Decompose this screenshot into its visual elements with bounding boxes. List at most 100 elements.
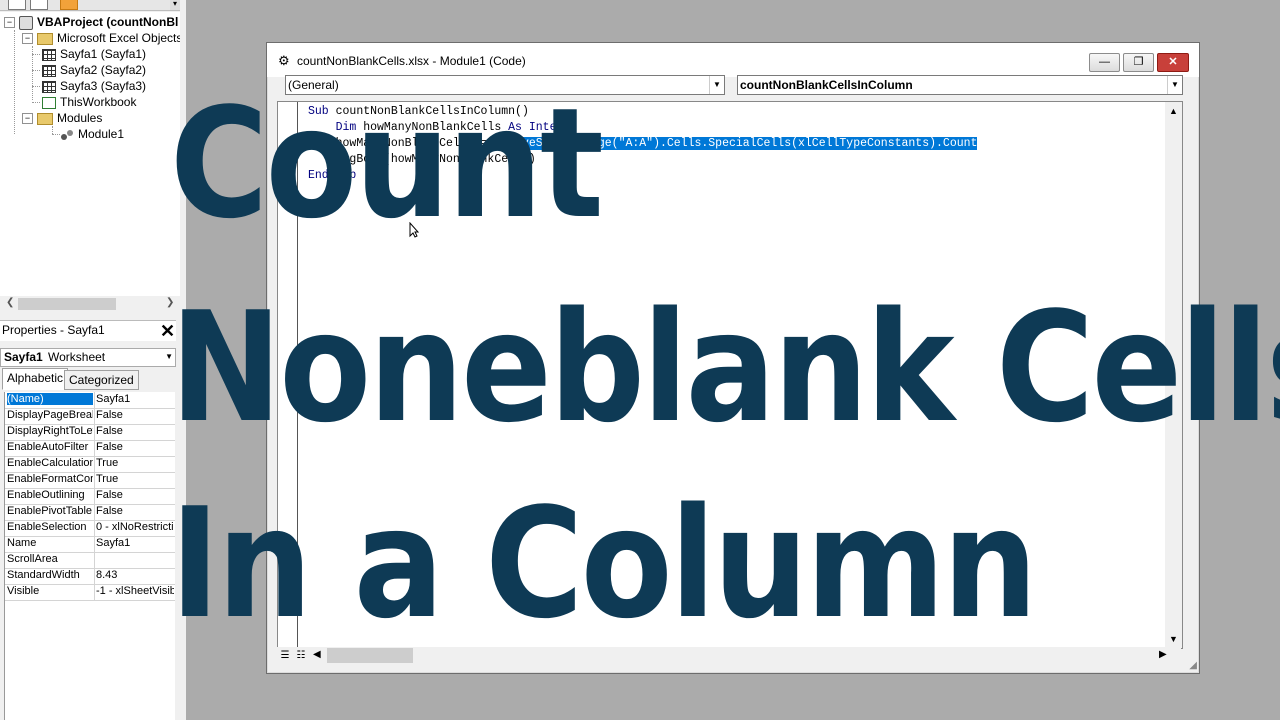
properties-grid[interactable]: (Name) Sayfa1 DisplayPageBreak False Display… <box>4 392 175 720</box>
collapse-toggle-icon[interactable]: − <box>4 17 15 29</box>
tree-node-label: Microsoft Excel Objects <box>57 31 180 45</box>
tree-node-module1[interactable]: Module1 <box>60 126 124 142</box>
tree-node-modules[interactable]: − Modules <box>22 110 102 126</box>
view-code-button[interactable] <box>8 0 26 10</box>
property-row[interactable]: (Name) Sayfa1 <box>5 392 175 409</box>
property-value[interactable]: False <box>96 409 174 421</box>
property-value[interactable]: -1 - xlSheetVisib <box>96 585 174 597</box>
scroll-thumb[interactable] <box>18 298 116 310</box>
minimize-button[interactable]: — <box>1089 53 1120 72</box>
overlay-title-line-3: In a Column <box>170 475 1038 652</box>
tree-node-excel-objects[interactable]: − Microsoft Excel Objects <box>22 30 180 46</box>
folder-icon <box>37 32 53 45</box>
property-value[interactable]: 8.43 <box>96 569 174 581</box>
property-value[interactable]: False <box>96 505 174 517</box>
property-name: DisplayRightToLef <box>7 425 93 437</box>
properties-title-bar: Properties - Sayfa1 ✕ <box>0 320 176 341</box>
properties-title: Properties - Sayfa1 <box>2 323 105 337</box>
property-name: ScrollArea <box>7 553 58 565</box>
properties-object-select[interactable]: Sayfa1 Worksheet ▼ <box>0 348 176 367</box>
workbook-icon <box>42 96 56 109</box>
object-name: Sayfa1 <box>4 350 43 364</box>
property-value[interactable]: Sayfa1 <box>96 393 174 405</box>
property-row[interactable]: DisplayRightToLef False <box>5 424 175 441</box>
property-row[interactable]: EnableSelection 0 - xlNoRestrictio <box>5 520 175 537</box>
tree-node-label: Sayfa3 (Sayfa3) <box>60 79 147 93</box>
tree-node-workbook[interactable]: ThisWorkbook <box>42 94 136 110</box>
toolbar-scroll-arrow-icon[interactable]: ▾ <box>170 0 180 10</box>
project-horizontal-scrollbar[interactable]: ❮ ❯ <box>0 296 180 312</box>
tree-node-sheet1[interactable]: Sayfa1 (Sayfa1) <box>42 46 146 62</box>
left-panel: ▾ − VBAProject (countNonBl − Microsoft Exc… <box>0 0 186 720</box>
property-name: StandardWidth <box>7 569 80 581</box>
project-toolbar: ▾ <box>0 0 180 11</box>
procedure-combo[interactable]: countNonBlankCellsInColumn ▼ <box>737 75 1183 95</box>
property-value[interactable]: True <box>96 473 174 485</box>
chevron-down-icon[interactable]: ▼ <box>1167 76 1182 94</box>
property-name: Visible <box>7 585 40 597</box>
property-value[interactable]: False <box>96 489 174 501</box>
property-name: DisplayPageBreak <box>7 409 93 421</box>
property-row[interactable]: EnableOutlining False <box>5 488 175 505</box>
scroll-right-icon[interactable]: ▶ <box>1159 649 1167 660</box>
tab-alphabetic[interactable]: Alphabetic <box>2 368 69 390</box>
vba-project-icon <box>19 15 33 30</box>
module-icon <box>60 129 74 141</box>
property-row[interactable]: EnableFormatCon True <box>5 472 175 489</box>
property-value[interactable]: 0 - xlNoRestrictio <box>96 521 174 533</box>
overlay-title-line-1: Count <box>170 75 604 252</box>
toggle-folders-button[interactable] <box>60 0 78 10</box>
properties-tabs: Alphabetic Categorized <box>0 368 176 390</box>
tree-node-label: Sayfa1 (Sayfa1) <box>60 47 147 61</box>
tree-node-label: Module1 <box>78 127 125 141</box>
property-name: EnablePivotTable <box>7 505 93 517</box>
vba-module-icon: ⚙ <box>278 53 290 68</box>
property-row[interactable]: ScrollArea <box>5 552 175 569</box>
property-value[interactable]: Sayfa1 <box>96 537 174 549</box>
code-window-title: countNonBlankCells.xlsx - Module1 (Code) <box>297 54 526 68</box>
procedure-combo-value: countNonBlankCellsInColumn <box>740 78 913 92</box>
close-button[interactable]: ✕ <box>1157 53 1189 72</box>
property-name: EnableAutoFilter <box>7 441 89 453</box>
tree-node-sheet3[interactable]: Sayfa3 (Sayfa3) <box>42 78 146 94</box>
tree-node-label: Sayfa2 (Sayfa2) <box>60 63 147 77</box>
tree-node-sheet2[interactable]: Sayfa2 (Sayfa2) <box>42 62 146 78</box>
tree-node-label: Modules <box>57 111 103 125</box>
property-name: EnableOutlining <box>7 489 85 501</box>
view-object-button[interactable] <box>30 0 48 10</box>
property-value[interactable]: False <box>96 425 174 437</box>
property-row[interactable]: EnableCalculation True <box>5 456 175 473</box>
worksheet-icon <box>42 48 56 61</box>
restore-button[interactable]: ❐ <box>1123 53 1154 72</box>
overlay-title-line-2: Noneblank Cells <box>170 279 1280 456</box>
scroll-up-icon[interactable]: ▲ <box>1169 106 1178 116</box>
scroll-left-icon[interactable]: ❮ <box>6 297 14 308</box>
property-row[interactable]: Name Sayfa1 <box>5 536 175 553</box>
chevron-down-icon[interactable]: ▼ <box>709 76 724 94</box>
tree-node-label: ThisWorkbook <box>60 95 137 109</box>
property-row[interactable]: Visible -1 - xlSheetVisib <box>5 584 175 601</box>
scroll-down-icon[interactable]: ▼ <box>1169 634 1178 644</box>
tree-node-project[interactable]: − VBAProject (countNonBl <box>4 14 178 30</box>
property-name: EnableFormatCon <box>7 473 93 485</box>
property-value[interactable]: False <box>96 441 174 453</box>
tab-categorized[interactable]: Categorized <box>64 370 139 390</box>
property-name: Name <box>7 537 37 549</box>
collapse-toggle-icon[interactable]: − <box>22 33 33 45</box>
project-explorer-tree[interactable]: − VBAProject (countNonBl − Microsoft Excel… <box>0 12 180 296</box>
property-row[interactable]: StandardWidth 8.43 <box>5 568 175 585</box>
resize-grip-icon[interactable]: ◢ <box>1189 660 1197 671</box>
property-value[interactable]: True <box>96 457 174 469</box>
worksheet-icon <box>42 64 56 77</box>
property-name: EnableSelection <box>7 521 87 533</box>
folder-icon <box>37 112 53 125</box>
property-name: (Name) <box>7 393 93 405</box>
property-row[interactable]: EnableAutoFilter False <box>5 440 175 457</box>
object-type: Worksheet <box>48 350 106 364</box>
property-row[interactable]: EnablePivotTable False <box>5 504 175 521</box>
tree-node-label: VBAProject (countNonBl <box>37 15 179 29</box>
property-row[interactable]: DisplayPageBreak False <box>5 408 175 425</box>
collapse-toggle-icon[interactable]: − <box>22 113 33 125</box>
code-window-title-bar[interactable]: ⚙ countNonBlankCells.xlsx - Module1 (Cod… <box>267 43 1199 77</box>
worksheet-icon <box>42 80 56 93</box>
